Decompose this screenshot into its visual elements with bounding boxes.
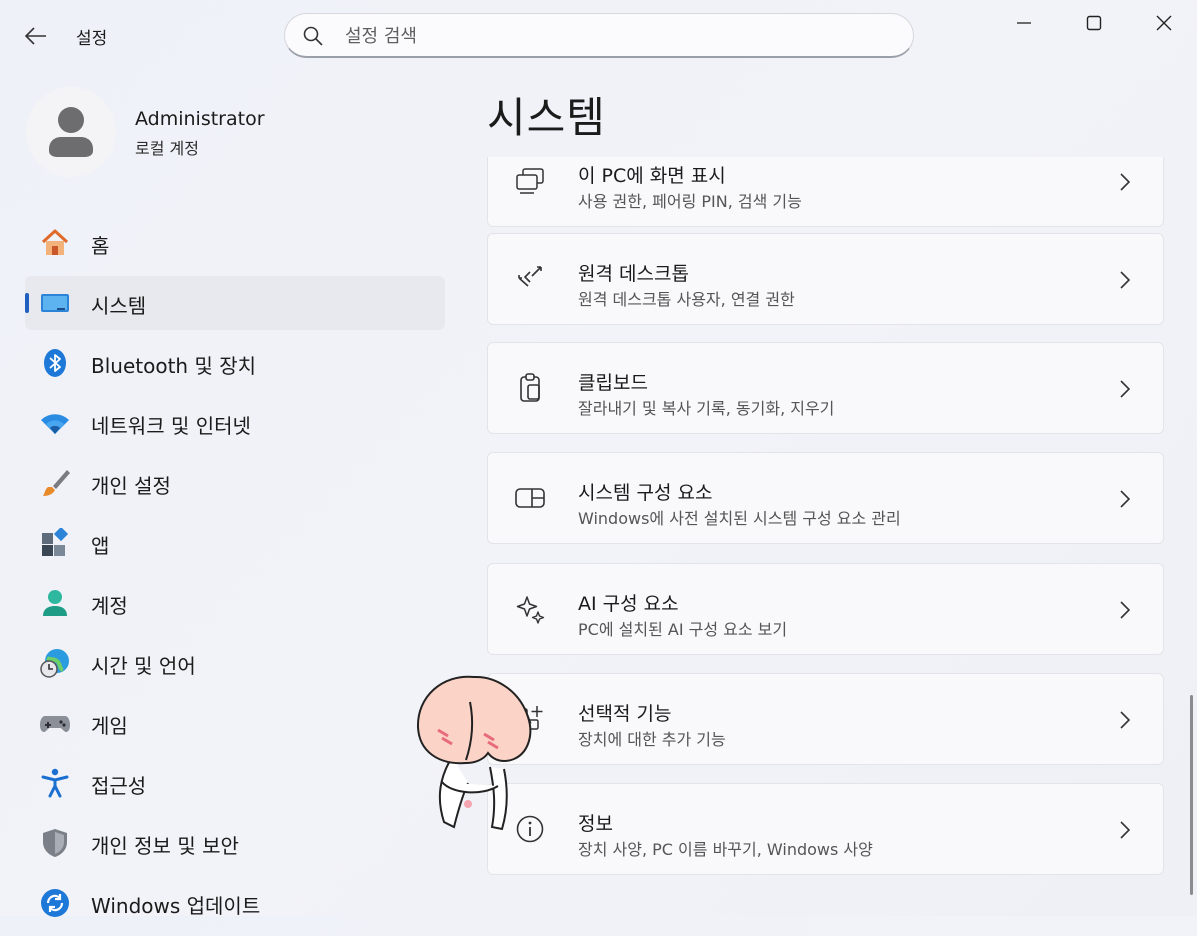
card-description: 장치에 대한 추가 기능: [578, 730, 726, 749]
card-description: 장치 사양, PC 이름 바꾸기, Windows 사양: [578, 840, 873, 859]
chevron-right-icon: [1115, 375, 1135, 403]
settings-card-remote-desktop[interactable]: 원격 데스크톱 원격 데스크톱 사용자, 연결 권한: [487, 233, 1164, 325]
user-name: Administrator: [135, 108, 265, 130]
sidebar-item-label: 네트워크 및 인터넷: [91, 414, 251, 438]
sidebar-item-windows-update[interactable]: Windows 업데이트: [25, 876, 445, 930]
remote-desktop-icon: [514, 263, 546, 295]
sidebar-item-label: 시스템: [91, 294, 147, 318]
card-title: 클립보드: [578, 372, 648, 394]
card-title: 이 PC에 화면 표시: [578, 165, 726, 187]
sidebar-item-network[interactable]: 네트워크 및 인터넷: [25, 396, 445, 450]
card-title: 정보: [578, 813, 613, 835]
back-arrow-icon: [25, 27, 46, 45]
project-pc-icon: [514, 165, 546, 197]
apps-icon: [39, 528, 71, 558]
sidebar-item-personalization[interactable]: 개인 설정: [25, 456, 445, 510]
settings-card-system-components[interactable]: 시스템 구성 요소 Windows에 사전 설치된 시스템 구성 요소 관리: [487, 452, 1164, 544]
settings-card-ai-components[interactable]: AI 구성 요소 PC에 설치된 AI 구성 요소 보기: [487, 563, 1164, 655]
sidebar-item-home[interactable]: 홈: [25, 216, 445, 270]
sidebar-item-gaming[interactable]: 게임: [25, 696, 445, 750]
avatar[interactable]: [26, 87, 116, 177]
app-title: 설정: [76, 29, 108, 49]
close-button[interactable]: [1130, 0, 1197, 46]
card-description: PC에 설치된 AI 구성 요소 보기: [578, 620, 788, 639]
sidebar-nav: 홈 시스템 Bluetooth 및 장치 네트워크 및 인터넷 개인 설정 앱: [25, 216, 445, 936]
system-icon: [39, 288, 71, 318]
user-silhouette-icon: [49, 107, 93, 157]
sidebar-item-label: 시간 및 언어: [91, 654, 196, 678]
maximize-button[interactable]: [1060, 0, 1128, 46]
back-button[interactable]: [18, 20, 54, 52]
chevron-right-icon: [1115, 706, 1135, 734]
home-icon: [39, 228, 71, 258]
sidebar-item-accessibility[interactable]: 접근성: [25, 756, 445, 810]
selection-indicator: [25, 293, 29, 313]
vertical-scrollbar[interactable]: [1190, 695, 1193, 895]
card-description: 사용 권한, 페어링 PIN, 검색 기능: [578, 192, 802, 211]
accessibility-icon: [39, 768, 71, 798]
account-icon: [39, 588, 71, 618]
sidebar-item-bluetooth[interactable]: Bluetooth 및 장치: [25, 336, 445, 390]
search-icon: [303, 26, 323, 50]
minimize-button[interactable]: [990, 0, 1058, 46]
sidebar-item-time-language[interactable]: 시간 및 언어: [25, 636, 445, 690]
settings-card-about[interactable]: 정보 장치 사양, PC 이름 바꾸기, Windows 사양: [487, 783, 1164, 875]
sidebar-item-system[interactable]: 시스템: [25, 276, 445, 330]
sidebar-item-accounts[interactable]: 계정: [25, 576, 445, 630]
account-type: 로컬 계정: [135, 139, 199, 158]
peach-character-sticker: [412, 672, 562, 842]
sidebar-item-label: 개인 설정: [91, 474, 171, 498]
settings-card-project-to-pc[interactable]: 이 PC에 화면 표시 사용 권한, 페어링 PIN, 검색 기능: [487, 157, 1164, 227]
sidebar-item-label: 홈: [91, 234, 110, 258]
sparkle-icon: [514, 593, 546, 625]
settings-card-optional-features[interactable]: 선택적 기능 장치에 대한 추가 기능: [487, 673, 1164, 765]
gamepad-icon: [39, 708, 71, 738]
close-icon: [1156, 15, 1172, 31]
sidebar-item-label: 개인 정보 및 보안: [91, 834, 239, 858]
minimize-icon: [1017, 22, 1031, 24]
maximize-icon: [1086, 15, 1102, 31]
chevron-right-icon: [1115, 266, 1135, 294]
brush-icon: [39, 468, 71, 498]
card-description: 잘라내기 및 복사 기록, 동기화, 지우기: [578, 399, 835, 418]
settings-card-clipboard[interactable]: 클립보드 잘라내기 및 복사 기록, 동기화, 지우기: [487, 342, 1164, 434]
card-title: 원격 데스크톱: [578, 263, 689, 285]
system-components-icon: [514, 482, 546, 514]
sidebar-item-privacy[interactable]: 개인 정보 및 보안: [25, 816, 445, 870]
search-input[interactable]: [343, 22, 887, 50]
chevron-right-icon: [1115, 596, 1135, 624]
sidebar-item-label: 게임: [91, 714, 128, 738]
sidebar-item-label: 계정: [91, 594, 128, 618]
sidebar-item-label: Bluetooth 및 장치: [91, 354, 257, 378]
chevron-right-icon: [1115, 816, 1135, 844]
page-title: 시스템: [487, 93, 606, 142]
sidebar-item-label: Windows 업데이트: [91, 894, 261, 918]
sidebar-item-apps[interactable]: 앱: [25, 516, 445, 570]
card-description: Windows에 사전 설치된 시스템 구성 요소 관리: [578, 509, 901, 528]
sidebar-item-label: 접근성: [91, 774, 147, 798]
shield-icon: [39, 828, 71, 858]
settings-list: 이 PC에 화면 표시 사용 권한, 페어링 PIN, 검색 기능 원격 데스크…: [487, 157, 1164, 916]
clipboard-icon: [514, 372, 546, 404]
chevron-right-icon: [1115, 485, 1135, 513]
card-title: AI 구성 요소: [578, 593, 679, 615]
card-description: 원격 데스크톱 사용자, 연결 권한: [578, 290, 795, 309]
title-bar: 설정: [0, 0, 1197, 72]
globe-clock-icon: [39, 648, 71, 678]
bluetooth-icon: [39, 348, 71, 378]
wifi-icon: [39, 408, 71, 438]
sidebar-item-label: 앱: [91, 534, 110, 558]
card-title: 시스템 구성 요소: [578, 482, 713, 504]
search-box[interactable]: [284, 13, 914, 58]
card-title: 선택적 기능: [578, 703, 672, 725]
chevron-right-icon: [1115, 168, 1135, 196]
update-icon: [39, 888, 71, 918]
